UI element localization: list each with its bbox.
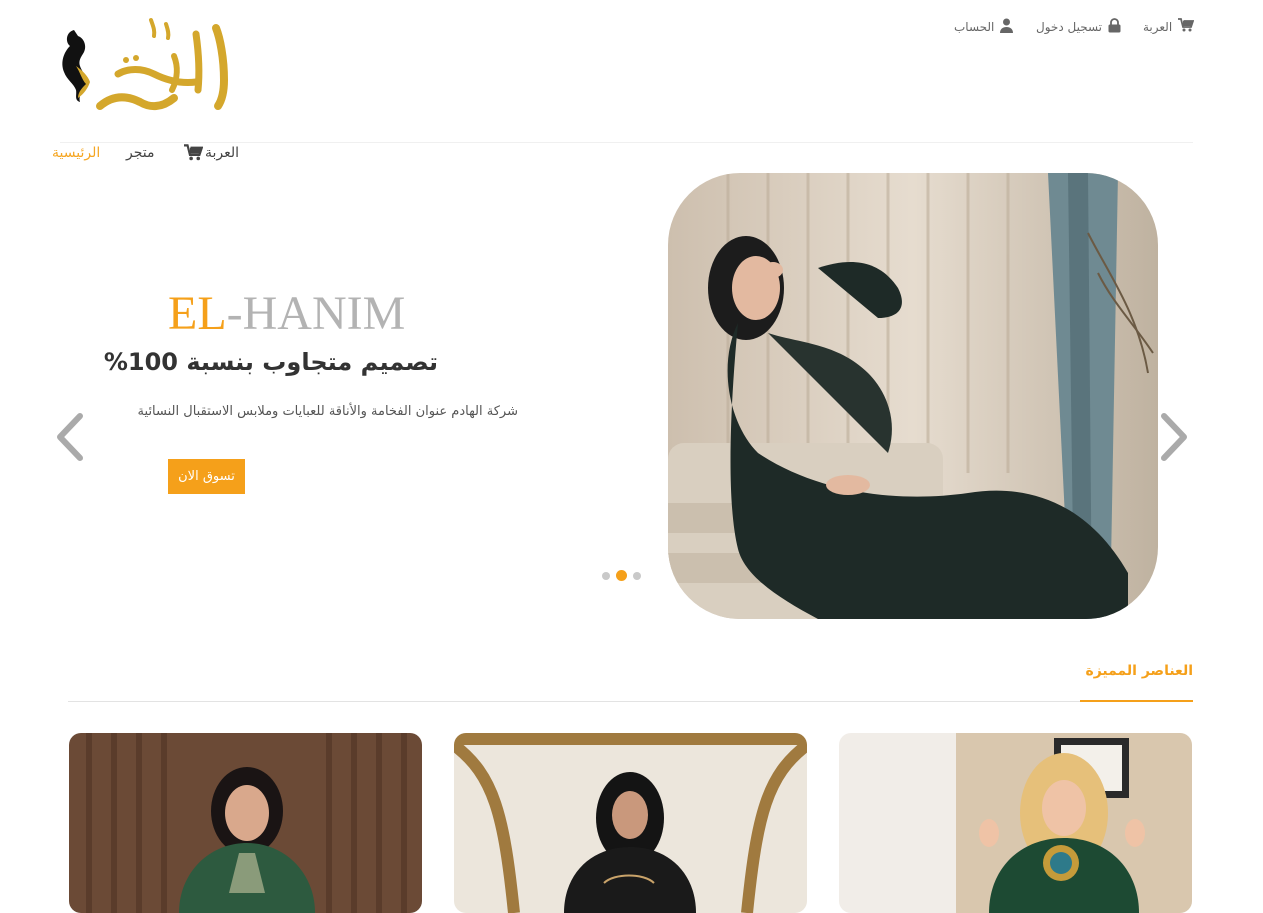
- shop-now-button[interactable]: تسوق الان: [168, 459, 245, 494]
- hero-brand-hanim: -HANIM: [226, 287, 406, 340]
- nav-shop-link[interactable]: متجر: [126, 145, 155, 161]
- slider-dot-3[interactable]: [633, 571, 641, 580]
- product-image: [839, 733, 1192, 913]
- topbar-account-label: الحساب: [954, 20, 995, 34]
- lock-icon: [1108, 18, 1121, 36]
- hero-brand-el: EL: [168, 287, 227, 340]
- slider-next-button[interactable]: [1158, 412, 1192, 462]
- topbar-login-label: تسجيل دخول: [1036, 20, 1102, 34]
- featured-divider: [68, 701, 1193, 702]
- product-card[interactable]: [454, 733, 807, 913]
- topbar-cart-link[interactable]: العربة: [1143, 18, 1195, 35]
- topbar-account-link[interactable]: الحساب: [954, 18, 1014, 36]
- hero-brand: EL-HANIM: [168, 286, 405, 341]
- featured-section-title: العناصر المميزة: [1085, 663, 1193, 679]
- slider-prev-button[interactable]: [52, 412, 86, 462]
- slider-dot-1[interactable]: [602, 571, 610, 580]
- slider-dots: [602, 570, 641, 581]
- user-icon: [1000, 18, 1014, 36]
- product-image: [454, 733, 807, 913]
- nav-home-link[interactable]: الرئيسية: [52, 145, 100, 161]
- cart-icon: [1178, 18, 1195, 35]
- topbar-cart-label: العربة: [1143, 19, 1173, 34]
- slider-dot-2[interactable]: [616, 570, 627, 581]
- hero-heading: تصميم متجاوب بنسبة 100%: [103, 348, 438, 376]
- chevron-right-icon: [1158, 413, 1192, 466]
- featured-title-underline: [1080, 700, 1193, 702]
- hero-subtitle: شركة الهادم عنوان الفخامة والأناقة للعبا…: [137, 404, 518, 419]
- hero-image: [668, 173, 1158, 619]
- nav-cart-label: العربة: [205, 144, 240, 161]
- nav-cart-link[interactable]: العربة: [184, 144, 239, 161]
- product-card[interactable]: [839, 733, 1192, 913]
- brand-logo[interactable]: [56, 16, 236, 116]
- chevron-left-icon: [52, 413, 86, 466]
- product-card[interactable]: [69, 733, 422, 913]
- header-divider: [60, 142, 1193, 143]
- topbar-login-link[interactable]: تسجيل دخول: [1036, 18, 1121, 36]
- cart-icon: [184, 144, 203, 161]
- product-image: [69, 733, 422, 913]
